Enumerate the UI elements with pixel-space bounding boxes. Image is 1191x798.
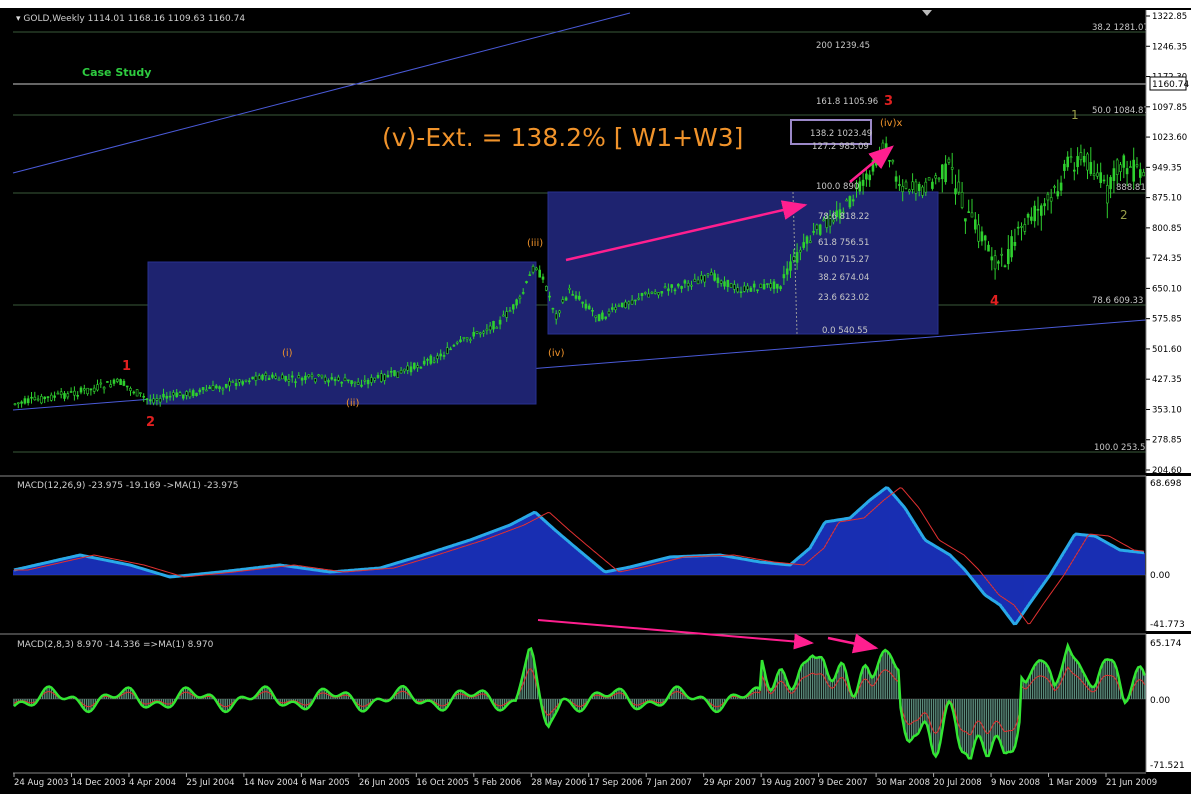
current-price-label: 1160.74 [1152,80,1189,90]
macd2-axis-min: -71.521 [1150,761,1185,771]
price-axis-label: 650.10 [1152,284,1182,294]
fib-127: 127.2 985.09 [812,142,869,152]
fib-138: 138.2 1023.49 [810,129,872,139]
extension-annotation: (v)-Ext. = 138.2% [ W1+W3] [382,123,743,152]
macd1-axis-zero: 0.00 [1150,571,1170,581]
price-axis-label: 353.10 [1152,405,1182,415]
time-axis-label: 19 Aug 2007 [761,778,815,788]
fib-50: 50.0 715.27 [818,255,869,265]
price-axis-label: 1023.60 [1152,133,1187,143]
macd2-axis-zero: 0.00 [1150,696,1170,706]
fib-382: 38.2 674.04 [818,273,869,283]
macd1-panel[interactable]: MACD(12,26,9) -23.975 -19.169 ->MA(1) -2… [0,475,1146,631]
price-axis-label: 1322.85 [1152,12,1187,22]
price-axis-label: 1246.35 [1152,42,1187,52]
fib-r-50: 50.0 1084.87 [1092,106,1149,116]
price-axis-label: 575.85 [1152,315,1182,325]
fib-r-1000: 100.0 253.50 [1094,443,1151,453]
time-axis-label: 7 Jan 2007 [646,778,692,788]
fib-618: 61.8 756.51 [818,238,869,248]
time-axis-label: 14 Nov 2004 [244,778,298,788]
fib-r-382: 38.2 1281.07 [1092,23,1149,33]
fib-r-100: 888.81 [1116,183,1146,193]
time-axis-label: 5 Feb 2006 [474,778,521,788]
symbol-header: ▾ GOLD,Weekly 1114.01 1168.16 1109.63 11… [16,14,245,24]
wave-label-ivx: (iv)x [880,118,902,129]
fib-0: 0.0 540.55 [822,326,868,336]
time-axis-label: 28 May 2006 [531,778,586,788]
fib-r-786: 78.6 609.33 [1092,296,1143,306]
macd1-axis-min: -41.773 [1150,620,1185,630]
wave-label-1: 1 [122,359,131,374]
fib-786: 78.6 818.22 [818,212,869,222]
wave-label-2: 2 [146,415,155,430]
macd2-panel[interactable]: MACD(2,8,3) 8.970 -14.336 =>MA(1) 8.970 [0,619,1146,772]
case-study-label: Case Study [82,66,151,79]
time-axis-label: 4 Apr 2004 [129,778,176,788]
range-box-2[interactable] [547,191,939,335]
time-axis-label: 20 Jul 2008 [934,778,982,788]
wave-label-iv: (iv) [548,348,565,359]
price-panel[interactable]: ▾ GOLD,Weekly 1114.01 1168.16 1109.63 11… [12,10,1151,473]
time-axis-label: 9 Nov 2008 [991,778,1040,788]
time-axis-label: 14 Dec 2003 [71,778,125,788]
fib-200: 200 1239.45 [816,41,870,51]
price-axis-label: 949.35 [1152,163,1182,173]
price-axis-label: 724.35 [1152,254,1182,264]
price-axis[interactable]: 1322.851246.351172.301097.851023.60949.3… [1145,10,1191,476]
macd2-title: MACD(2,8,3) 8.970 -14.336 =>MA(1) 8.970 [17,640,214,650]
time-axis-label: 16 Oct 2005 [416,778,469,788]
time-axis-label: 26 Jun 2005 [359,778,410,788]
fib-161: 161.8 1105.96 [816,97,878,107]
price-axis-label: 204.60 [1152,466,1182,476]
time-axis-label: 9 Dec 2007 [819,778,868,788]
macd1-axis[interactable]: 68.698 0.00 -41.773 [1145,476,1191,631]
chart-window[interactable]: ▾ GOLD,Weekly 1114.01 1168.16 1109.63 11… [0,0,1191,794]
price-axis-label: 800.85 [1152,224,1182,234]
time-axis-label: 17 Sep 2006 [589,778,643,788]
time-axis[interactable]: 24 Aug 2003 14 Dec 2003 4 Apr 2004 25 Jul 2… [0,772,1191,794]
time-axis-label: 21 Jun 2009 [1106,778,1157,788]
wave-label-3: 3 [884,94,893,109]
price-axis-label: 875.10 [1152,194,1182,204]
macd1-title: MACD(12,26,9) -23.975 -19.169 ->MA(1) -2… [17,481,238,491]
time-axis-label: 29 Apr 2007 [704,778,757,788]
wave-label-i: (i) [282,348,293,359]
fib-236: 23.6 623.02 [818,293,869,303]
time-axis-label: 24 Aug 2003 [14,778,68,788]
macd2-axis[interactable]: 65.174 0.00 -71.521 [1145,634,1191,774]
price-axis-label: 1097.85 [1152,103,1187,113]
macd1-axis-max: 68.698 [1150,479,1182,489]
chart-canvas[interactable]: ▾ GOLD,Weekly 1114.01 1168.16 1109.63 11… [0,0,1191,794]
price-axis-label: 278.85 [1152,436,1182,446]
wave-label-ii: (ii) [346,398,359,409]
wave-label-4: 4 [990,294,999,309]
price-axis-label: 501.60 [1152,345,1182,355]
price-axis-label: 427.35 [1152,375,1182,385]
time-axis-label: 30 Mar 2008 [876,778,930,788]
wave-label-right-2: 2 [1120,208,1128,222]
time-axis-label: 6 Mar 2005 [301,778,349,788]
wave-label-right-1: 1 [1071,108,1079,122]
time-axis-label: 1 Mar 2009 [1049,778,1097,788]
macd2-axis-max: 65.174 [1150,639,1182,649]
fib-100: 100.0 890 [816,182,859,192]
wave-label-iii: (iii) [527,238,543,249]
time-axis-label: 25 Jul 2004 [186,778,234,788]
